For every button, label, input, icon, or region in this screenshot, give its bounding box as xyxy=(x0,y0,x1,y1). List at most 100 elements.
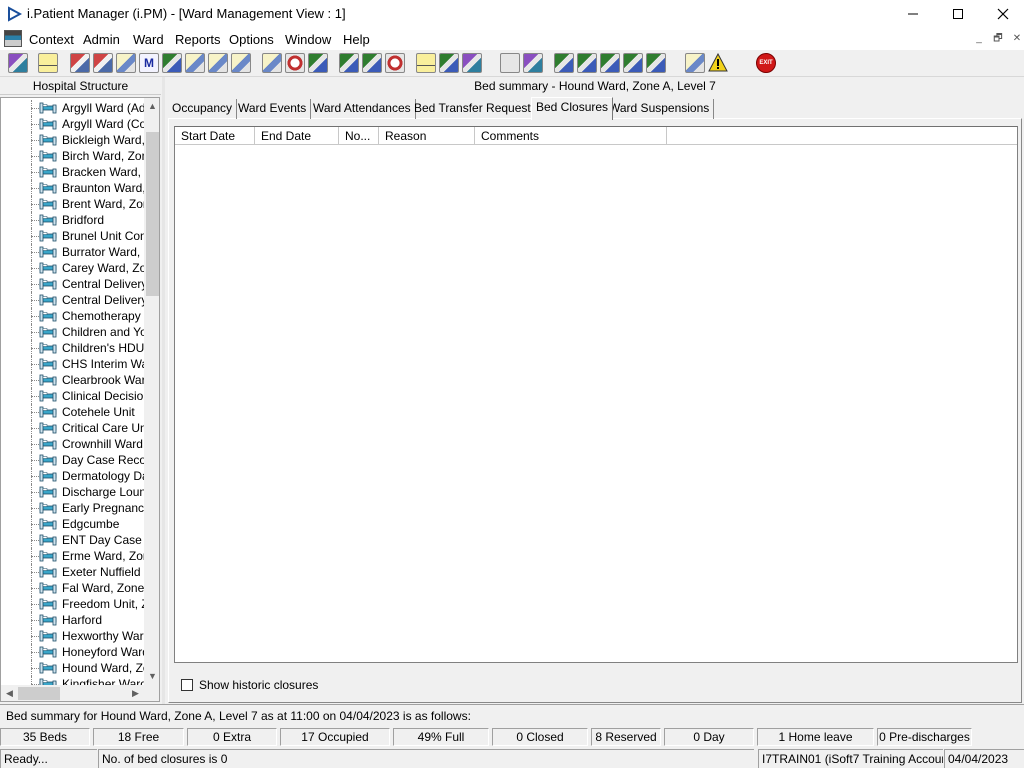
tree-item[interactable]: Bridford xyxy=(1,212,144,228)
close-button[interactable] xyxy=(980,0,1024,28)
scroll-thumb[interactable] xyxy=(146,132,159,296)
tab-ward-events[interactable]: Ward Events xyxy=(234,99,312,119)
show-historic-checkbox[interactable] xyxy=(181,679,193,691)
scroll-right-icon[interactable]: ▶ xyxy=(127,685,144,701)
maximize-button[interactable] xyxy=(935,0,981,28)
menu-help[interactable]: Help xyxy=(343,32,370,47)
bar-chart-icon[interactable] xyxy=(523,53,543,73)
tree-item[interactable]: Carey Ward, Zon xyxy=(1,260,144,276)
green-refresh-icon[interactable] xyxy=(646,53,666,73)
panel-splitter[interactable] xyxy=(162,77,165,704)
tree-item[interactable]: Harford xyxy=(1,612,144,628)
notepad-icon[interactable] xyxy=(416,53,436,73)
menu-window[interactable]: Window xyxy=(285,32,331,47)
tree-item[interactable]: Hound Ward, Zor xyxy=(1,660,144,676)
menu-admin[interactable]: Admin xyxy=(83,32,120,47)
tree-item[interactable]: Braunton Ward, Z xyxy=(1,180,144,196)
minimize-button[interactable] xyxy=(890,0,936,28)
bed-icon[interactable] xyxy=(439,53,459,73)
letter-icon[interactable] xyxy=(339,53,359,73)
col-comments[interactable]: Comments xyxy=(475,127,667,145)
scroll-up-icon[interactable]: ▲ xyxy=(144,98,159,115)
document-icon[interactable] xyxy=(185,53,205,73)
letter-edit-icon[interactable] xyxy=(362,53,382,73)
tree-item[interactable]: Discharge Loung xyxy=(1,484,144,500)
tab-bed-transfer-requests[interactable]: Bed Transfer Requests xyxy=(410,99,542,119)
tree-item[interactable]: Argyll Ward (Cots xyxy=(1,116,144,132)
book-icon[interactable] xyxy=(70,53,90,73)
tree-item[interactable]: Cotehele Unit xyxy=(1,404,144,420)
tree-item[interactable]: Children's HDU (N xyxy=(1,340,144,356)
tree-item[interactable]: Brent Ward, Zone xyxy=(1,196,144,212)
mdi-minimize-button[interactable]: _ xyxy=(972,32,986,46)
tree-item[interactable]: Early Pregnancy U xyxy=(1,500,144,516)
person-bed-icon[interactable] xyxy=(462,53,482,73)
menu-reports[interactable]: Reports xyxy=(175,32,221,47)
green-check-icon[interactable] xyxy=(623,53,643,73)
tab-occupancy[interactable]: Occupancy xyxy=(168,99,238,119)
scroll-down-icon[interactable]: ▼ xyxy=(144,668,159,685)
show-historic-label[interactable]: Show historic closures xyxy=(199,678,318,692)
globe-icon[interactable] xyxy=(385,53,405,73)
person-icon[interactable] xyxy=(162,53,182,73)
tree-item[interactable]: Exeter Nuffield He xyxy=(1,564,144,580)
form-icon[interactable] xyxy=(116,53,136,73)
menu-options[interactable]: Options xyxy=(229,32,274,47)
notes-icon[interactable] xyxy=(38,53,58,73)
tree-item[interactable]: Central Delivery S xyxy=(1,292,144,308)
bed-closures-grid[interactable]: Start Date End Date No... Reason Comment… xyxy=(174,126,1018,663)
tree-item[interactable]: Bickleigh Ward, Z xyxy=(1,132,144,148)
menu-ward[interactable]: Ward xyxy=(133,32,164,47)
exit-icon[interactable]: EXIT xyxy=(756,53,776,73)
tree-item[interactable]: Critical Care Unit xyxy=(1,420,144,436)
col-start-date[interactable]: Start Date xyxy=(175,127,255,145)
gear-globe-icon[interactable] xyxy=(554,53,574,73)
mdi-document-icon[interactable] xyxy=(4,30,22,47)
tree-item[interactable]: Burrator Ward, Zo xyxy=(1,244,144,260)
col-reason[interactable]: Reason xyxy=(379,127,475,145)
m-icon[interactable]: M xyxy=(139,53,159,73)
tree-item[interactable]: Crownhill Ward, Z xyxy=(1,436,144,452)
magnify-icon[interactable] xyxy=(262,53,282,73)
page-icon[interactable] xyxy=(500,53,520,73)
check-inbox-icon[interactable] xyxy=(600,53,620,73)
clock-icon[interactable] xyxy=(285,53,305,73)
scroll-left-icon[interactable]: ◀ xyxy=(1,685,18,701)
tree-item[interactable]: Chemotherapy Da xyxy=(1,308,144,324)
tree-item[interactable]: Central Delivery S xyxy=(1,276,144,292)
referral-icon[interactable] xyxy=(208,53,228,73)
tab-ward-attendances[interactable]: Ward Attendances xyxy=(309,99,416,119)
mdi-restore-button[interactable]: 🗗 xyxy=(991,32,1005,46)
mdi-close-button[interactable]: ✕ xyxy=(1010,32,1024,46)
menu-context[interactable]: Context xyxy=(29,32,74,47)
tab-ward-suspensions[interactable]: Ward Suspensions xyxy=(605,99,715,119)
tree-item[interactable]: Clinical Decision U xyxy=(1,388,144,404)
tree-item[interactable]: Clearbrook Ward, xyxy=(1,372,144,388)
tree-item[interactable]: Birch Ward, Zone xyxy=(1,148,144,164)
tree-item[interactable]: Bracken Ward, Z xyxy=(1,164,144,180)
tree-vertical-scrollbar[interactable]: ▲ ▼ xyxy=(144,98,159,685)
transfer-icon[interactable] xyxy=(685,53,705,73)
tree-horizontal-scrollbar[interactable]: ◀ ▶ xyxy=(1,685,144,701)
warning-icon[interactable] xyxy=(708,52,728,73)
monitor-icon[interactable] xyxy=(308,53,328,73)
tree-item[interactable]: Hexworthy Ward, xyxy=(1,628,144,644)
patient-search-icon[interactable] xyxy=(8,53,28,73)
tree-item[interactable]: Argyll Ward (Adul xyxy=(1,100,144,116)
tree-item[interactable]: Children and You xyxy=(1,324,144,340)
tree-item[interactable]: Kingfisher Ward xyxy=(1,676,144,685)
tree-item[interactable]: Erme Ward, Zone xyxy=(1,548,144,564)
tree-item[interactable]: Day Case Recov xyxy=(1,452,144,468)
car-icon[interactable] xyxy=(231,53,251,73)
tree-item[interactable]: Edgcumbe xyxy=(1,516,144,532)
col-number[interactable]: No... xyxy=(339,127,379,145)
tab-bed-closures[interactable]: Bed Closures xyxy=(531,97,614,120)
col-end-date[interactable]: End Date xyxy=(255,127,339,145)
hospital-structure-tree[interactable]: Argyll Ward (Adul Argyll Ward (Cots Bickle… xyxy=(0,97,160,702)
inbox-icon[interactable] xyxy=(577,53,597,73)
tree-item[interactable]: Brunel Unit Contin xyxy=(1,228,144,244)
tree-item[interactable]: Freedom Unit, Zo xyxy=(1,596,144,612)
tree-item[interactable]: Fal Ward, Zone E xyxy=(1,580,144,596)
tree-item[interactable]: CHS Interim Ward xyxy=(1,356,144,372)
edit-book-icon[interactable] xyxy=(93,53,113,73)
